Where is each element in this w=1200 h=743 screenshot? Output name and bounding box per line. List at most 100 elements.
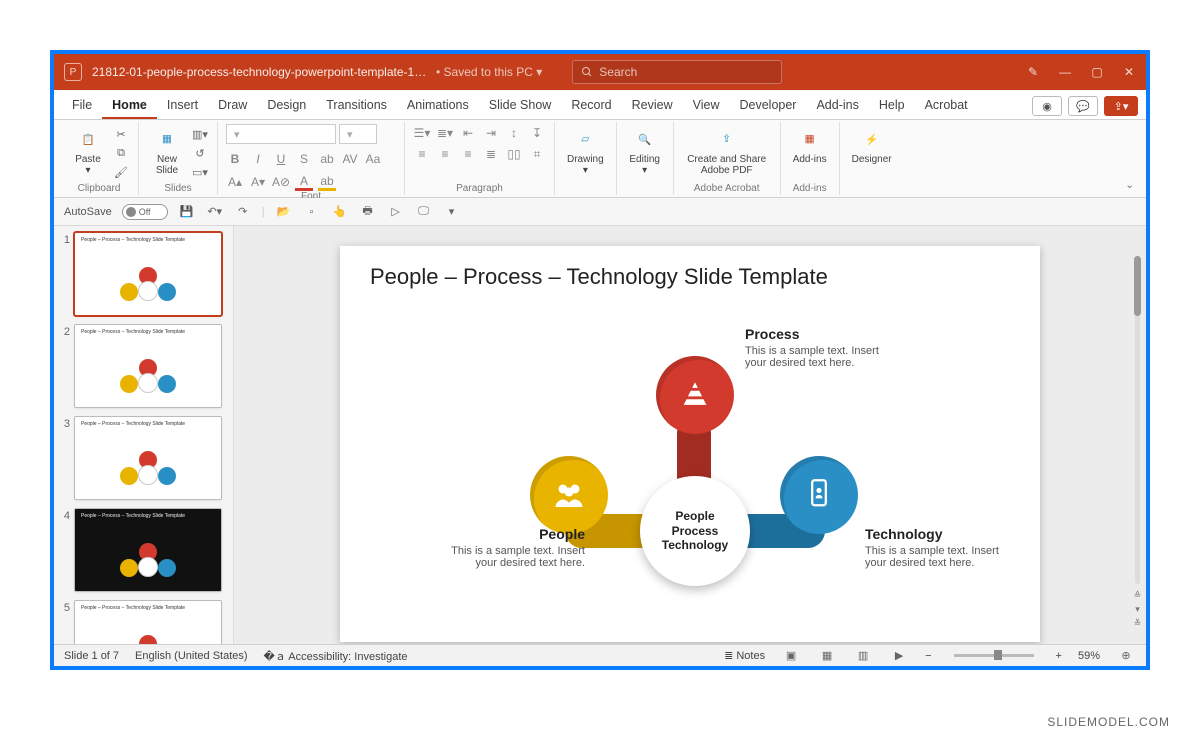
- slide-canvas[interactable]: People – Process – Technology Slide Temp…: [340, 246, 1040, 642]
- grow-font[interactable]: A▴: [226, 173, 244, 191]
- new-button[interactable]: ▫: [303, 203, 321, 221]
- slide-thumbnail-5[interactable]: People – Process – Technology Slide Temp…: [74, 600, 222, 644]
- adobe-pdf-button[interactable]: ⇪ Create and Share Adobe PDF: [682, 124, 772, 178]
- format-painter-button[interactable]: 🖌: [112, 164, 130, 180]
- tab-developer[interactable]: Developer: [729, 92, 806, 119]
- touch-mode-button[interactable]: 👆: [331, 203, 349, 221]
- tab-add-ins[interactable]: Add-ins: [806, 92, 868, 119]
- line-spacing[interactable]: ↕: [505, 124, 523, 142]
- open-button[interactable]: 📂: [275, 203, 293, 221]
- cut-button[interactable]: ✂: [112, 126, 130, 142]
- tab-insert[interactable]: Insert: [157, 92, 208, 119]
- font-color[interactable]: A: [295, 173, 313, 191]
- tab-review[interactable]: Review: [622, 92, 683, 119]
- present-button[interactable]: 🖵: [415, 203, 433, 221]
- collapse-ribbon-button[interactable]: ⌄: [1119, 175, 1140, 195]
- process-circle[interactable]: [656, 356, 734, 434]
- more-commands[interactable]: ▾: [443, 203, 461, 221]
- copy-button[interactable]: ⧉: [112, 145, 130, 161]
- tab-file[interactable]: File: [62, 92, 102, 119]
- align-right[interactable]: ≡: [459, 145, 477, 163]
- tab-help[interactable]: Help: [869, 92, 915, 119]
- fit-to-window[interactable]: ⊕: [1116, 648, 1136, 664]
- slide-canvas-area[interactable]: People – Process – Technology Slide Temp…: [234, 226, 1146, 644]
- numbering-button[interactable]: ≣▾: [436, 124, 454, 142]
- drawing-button[interactable]: ▱ Drawing▾: [563, 124, 608, 178]
- zoom-level[interactable]: 59%: [1078, 650, 1100, 662]
- comments-button[interactable]: 💬: [1068, 96, 1098, 116]
- text-direction[interactable]: ↧: [528, 124, 546, 142]
- tab-animations[interactable]: Animations: [397, 92, 479, 119]
- tab-transitions[interactable]: Transitions: [316, 92, 397, 119]
- process-text[interactable]: Process This is a sample text. Insert yo…: [745, 326, 895, 369]
- bold-button[interactable]: B: [226, 150, 244, 168]
- technology-text[interactable]: Technology This is a sample text. Insert…: [865, 526, 1015, 569]
- italic-button[interactable]: I: [249, 150, 267, 168]
- language-status[interactable]: English (United States): [135, 650, 248, 662]
- vertical-scrollbar[interactable]: ≙ ▾ ≚: [1132, 236, 1142, 634]
- align-center[interactable]: ≡: [436, 145, 454, 163]
- technology-circle[interactable]: [780, 456, 858, 534]
- slide-thumbnail-4[interactable]: People – Process – Technology Slide Temp…: [74, 508, 222, 592]
- indent-dec[interactable]: ⇤: [459, 124, 477, 142]
- autosave-toggle[interactable]: Off: [122, 204, 168, 220]
- new-slide-button[interactable]: ▦ New Slide: [147, 124, 187, 178]
- smartart-button[interactable]: ⌗: [528, 145, 546, 163]
- shrink-font[interactable]: A▾: [249, 173, 267, 191]
- prev-slide-button[interactable]: ≙: [1132, 588, 1143, 602]
- slide-title[interactable]: People – Process – Technology Slide Temp…: [370, 264, 1010, 290]
- addins-button[interactable]: ▦ Add-ins: [789, 124, 831, 167]
- reset-button[interactable]: ↺: [191, 145, 209, 161]
- next-slide-button[interactable]: ▾: [1132, 602, 1143, 616]
- reading-view-button[interactable]: ▥: [853, 648, 873, 664]
- center-circle[interactable]: People Process Technology: [640, 476, 750, 586]
- save-button[interactable]: 💾: [178, 203, 196, 221]
- document-name[interactable]: 21812-01-people-process-technology-power…: [92, 65, 432, 79]
- font-family-select[interactable]: ▾: [226, 124, 336, 144]
- bullets-button[interactable]: ☰▾: [413, 124, 431, 142]
- share-button[interactable]: ⇪▾: [1104, 96, 1138, 116]
- tab-draw[interactable]: Draw: [208, 92, 257, 119]
- minimize-button[interactable]: —: [1058, 65, 1072, 79]
- underline-button[interactable]: U: [272, 150, 290, 168]
- scroll-thumb[interactable]: [1134, 256, 1141, 316]
- search-box[interactable]: Search: [572, 60, 782, 84]
- close-button[interactable]: ✕: [1122, 65, 1136, 79]
- slide-thumbnail-1[interactable]: People – Process – Technology Slide Temp…: [74, 232, 222, 316]
- strike-button[interactable]: S: [295, 150, 313, 168]
- people-circle[interactable]: [530, 456, 608, 534]
- editing-button[interactable]: 🔍 Editing▾: [625, 124, 665, 178]
- quick-print-button[interactable]: 🖶: [359, 203, 377, 221]
- paste-button[interactable]: 📋 Paste▾: [68, 124, 108, 178]
- slideshow-view-button[interactable]: ▶: [889, 648, 909, 664]
- pen-icon[interactable]: ✎: [1026, 65, 1040, 79]
- spacing-button[interactable]: AV: [341, 150, 359, 168]
- clear-format[interactable]: A⊘: [272, 173, 290, 191]
- designer-button[interactable]: ⚡ Designer: [848, 124, 896, 167]
- accessibility-status[interactable]: �ａ Accessibility: Investigate: [264, 648, 408, 664]
- undo-button[interactable]: ↶▾: [206, 203, 224, 221]
- align-left[interactable]: ≡: [413, 145, 431, 163]
- tab-acrobat[interactable]: Acrobat: [915, 92, 978, 119]
- case-button[interactable]: Aa: [364, 150, 382, 168]
- zoom-out[interactable]: −: [925, 650, 931, 662]
- highlight-color[interactable]: ab: [318, 173, 336, 191]
- notes-button[interactable]: ≣ Notes: [724, 649, 765, 662]
- indent-inc[interactable]: ⇥: [482, 124, 500, 142]
- tab-slide-show[interactable]: Slide Show: [479, 92, 562, 119]
- columns-button[interactable]: ▯▯: [505, 145, 523, 163]
- start-show-button[interactable]: ▷: [387, 203, 405, 221]
- save-status[interactable]: • Saved to this PC ▾: [436, 65, 542, 79]
- tab-view[interactable]: View: [683, 92, 730, 119]
- tab-home[interactable]: Home: [102, 92, 157, 119]
- maximize-button[interactable]: ▢: [1090, 65, 1104, 79]
- next-slide-button-2[interactable]: ≚: [1132, 616, 1143, 630]
- slide-thumbnail-panel[interactable]: 1People – Process – Technology Slide Tem…: [54, 226, 234, 644]
- shadow-button[interactable]: ab: [318, 150, 336, 168]
- layout-button[interactable]: ▥▾: [191, 126, 209, 142]
- slide-thumbnail-2[interactable]: People – Process – Technology Slide Temp…: [74, 324, 222, 408]
- sorter-view-button[interactable]: ▦: [817, 648, 837, 664]
- section-button[interactable]: ▭▾: [191, 164, 209, 180]
- tab-record[interactable]: Record: [561, 92, 621, 119]
- tab-design[interactable]: Design: [257, 92, 316, 119]
